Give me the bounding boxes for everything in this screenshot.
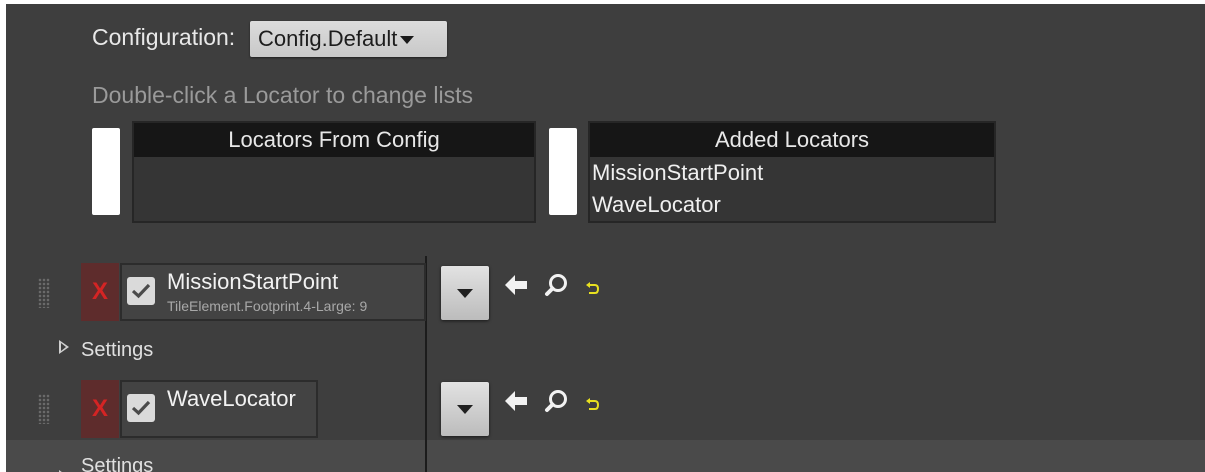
locator-name: MissionStartPoint (167, 269, 339, 294)
locator-config-panel: Configuration: Config.Default Double-cli… (6, 4, 1205, 472)
enable-checkbox[interactable] (127, 277, 155, 305)
locators-from-config-list[interactable]: Locators From Config (132, 121, 536, 223)
close-icon: X (91, 395, 108, 422)
locator-dropdown-button[interactable] (441, 266, 489, 320)
configuration-value: Config.Default (258, 26, 398, 51)
locator-dropdown-button[interactable] (441, 382, 489, 436)
configuration-label: Configuration: (92, 24, 236, 50)
enable-checkbox[interactable] (127, 394, 155, 422)
use-selected-button[interactable] (503, 273, 529, 302)
drag-handle-icon[interactable] (38, 394, 50, 424)
locator-name: WaveLocator (167, 386, 296, 411)
chevron-down-icon (457, 404, 473, 414)
hint-text: Double-click a Locator to change lists (92, 82, 473, 108)
list-item[interactable]: MissionStartPoint (590, 157, 994, 189)
list-color-swatch-right (549, 128, 577, 215)
magnifier-icon (545, 390, 567, 412)
added-locators-list[interactable]: Added Locators MissionStartPoint WaveLoc… (588, 121, 996, 223)
reset-arrow-icon (586, 398, 600, 410)
arrow-left-icon (505, 391, 527, 411)
list-color-swatch-left (92, 128, 120, 215)
expand-arrow-icon[interactable] (59, 340, 69, 354)
drag-handle-icon[interactable] (38, 278, 50, 308)
browse-button[interactable] (544, 389, 570, 420)
use-selected-button[interactable] (503, 389, 529, 418)
chevron-down-icon (457, 288, 473, 298)
remove-locator-button[interactable]: X (81, 380, 119, 438)
reset-button[interactable] (584, 281, 600, 302)
chevron-down-icon (400, 36, 415, 44)
locator-entry: WaveLocator (120, 380, 318, 438)
magnifier-icon (545, 274, 567, 296)
checkmark-icon (131, 283, 151, 299)
browse-button[interactable] (544, 273, 570, 304)
remove-locator-button[interactable]: X (81, 263, 119, 321)
reset-button[interactable] (584, 397, 600, 418)
settings-label[interactable]: Settings (81, 339, 153, 362)
row-highlight-strip (6, 440, 1205, 472)
list-item[interactable]: WaveLocator (590, 189, 994, 221)
configuration-dropdown[interactable]: Config.Default (250, 21, 447, 57)
locator-footprint: TileElement.Footprint.4-Large: 9 (167, 298, 368, 314)
list-header: Added Locators (590, 123, 994, 157)
settings-label[interactable]: Settings (81, 455, 153, 472)
close-icon: X (91, 278, 108, 305)
checkmark-icon (131, 400, 151, 416)
list-header: Locators From Config (134, 123, 534, 157)
locator-entry: MissionStartPoint TileElement.Footprint.… (120, 263, 426, 321)
arrow-left-icon (505, 275, 527, 295)
reset-arrow-icon (586, 282, 600, 294)
